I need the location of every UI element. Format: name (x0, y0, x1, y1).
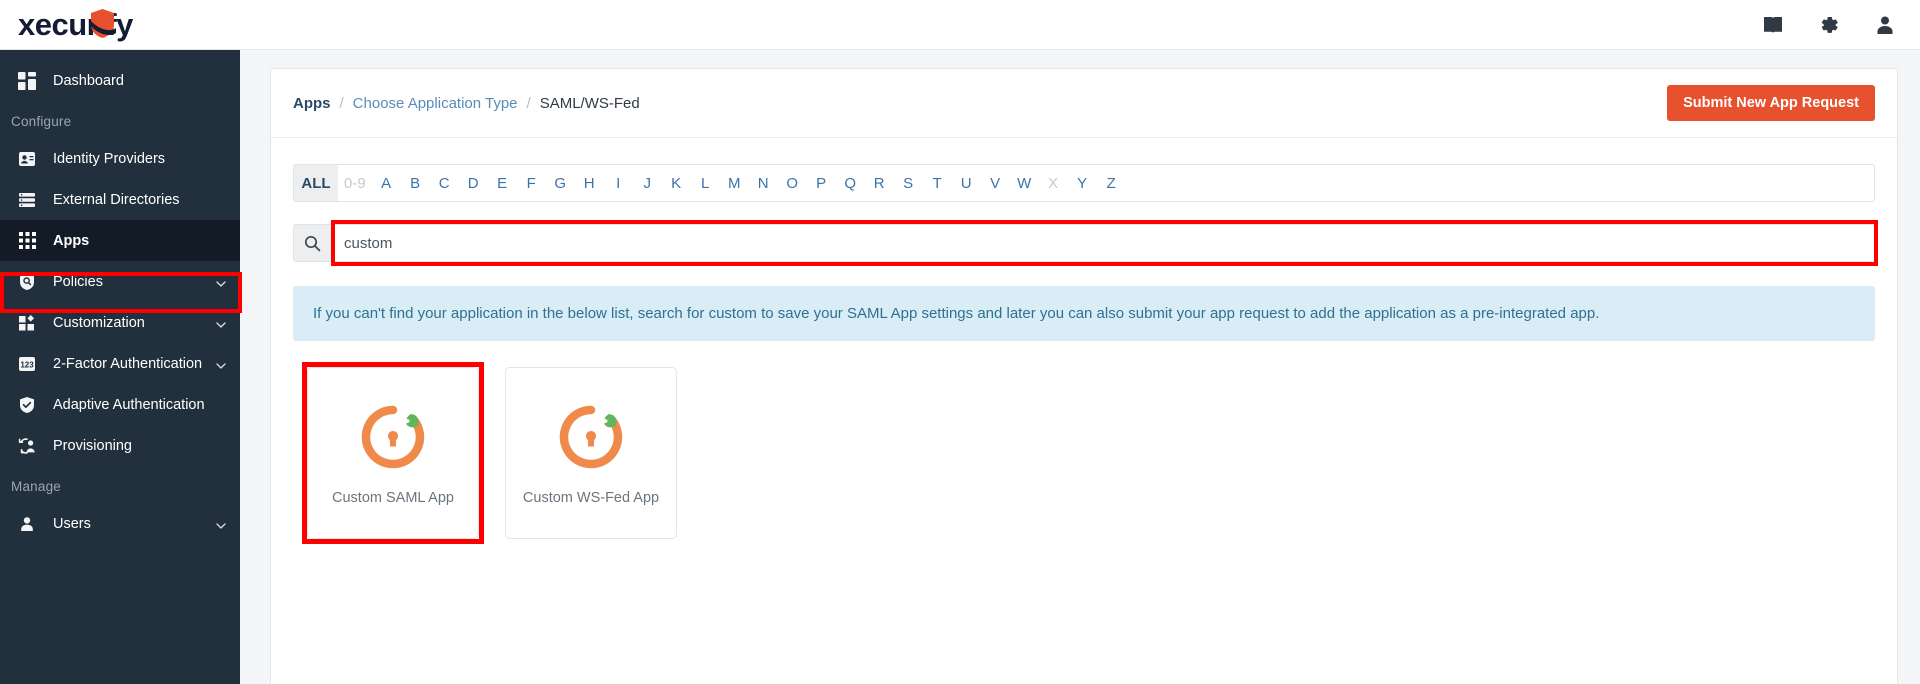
body: Dashboard Configure Identity Providers E… (0, 50, 1920, 684)
sidebar-item-label: Policies (53, 273, 103, 290)
alpha-filter-n[interactable]: N (749, 165, 778, 201)
person-icon (16, 514, 38, 534)
chevron-down-icon (216, 277, 226, 287)
search-row (293, 220, 1878, 266)
app-card-label: Custom WS-Fed App (522, 490, 660, 507)
breadcrumb-separator: / (526, 94, 531, 112)
chevron-down-icon (216, 359, 226, 369)
search-input[interactable] (331, 224, 1875, 262)
app-card-custom-ws-fed-app[interactable]: Custom WS-Fed App (505, 367, 677, 540)
alpha-filter-w[interactable]: W (1010, 165, 1039, 201)
alpha-filter-u[interactable]: U (952, 165, 981, 201)
sidebar-item-customization[interactable]: Customization (0, 302, 240, 343)
sidebar-item-label: Apps (53, 232, 90, 249)
alpha-filter-p[interactable]: P (807, 165, 836, 201)
sidebar-item-label: Dashboard (53, 72, 124, 89)
app-card-label: Custom SAML App (332, 490, 454, 507)
grid-icon (16, 231, 38, 251)
sidebar-item-label: Users (53, 515, 91, 532)
numbers-icon: 123 (16, 354, 38, 374)
book-icon[interactable] (1760, 12, 1786, 38)
check-shield-icon (16, 395, 38, 415)
customization-icon (16, 313, 38, 333)
id-card-icon (16, 149, 38, 169)
sidebar: Dashboard Configure Identity Providers E… (0, 50, 242, 684)
alpha-filter-t[interactable]: T (923, 165, 952, 201)
sidebar-item-apps[interactable]: Apps (0, 220, 240, 261)
breadcrumb-choose-application-type[interactable]: Choose Application Type (353, 95, 518, 112)
alpha-filter-j[interactable]: J (633, 165, 662, 201)
app-card-custom-saml-app[interactable]: Custom SAML App (307, 367, 479, 540)
alpha-filter-f[interactable]: F (517, 165, 546, 201)
sidebar-item-label: Provisioning (53, 437, 132, 454)
alpha-filter-numeric: 0-9 (344, 174, 366, 192)
search-icon (293, 224, 331, 262)
custom-app-icon (356, 400, 430, 474)
gear-icon[interactable] (1816, 12, 1842, 38)
chevron-down-icon (216, 519, 226, 529)
topbar-icon-group (1760, 12, 1898, 38)
alpha-filter-y[interactable]: Y (1068, 165, 1097, 201)
alpha-filter-q[interactable]: Q (836, 165, 865, 201)
alpha-filter-c[interactable]: C (430, 165, 459, 201)
sidebar-item-external-directories[interactable]: External Directories (0, 179, 240, 220)
main-content: Apps / Choose Application Type / SAML/WS… (240, 50, 1920, 684)
alpha-filter-g[interactable]: G (546, 165, 575, 201)
dashboard-icon (16, 71, 38, 91)
sidebar-item-label: Adaptive Authentication (53, 396, 205, 413)
list-icon (16, 190, 38, 210)
alpha-filter-l[interactable]: L (691, 165, 720, 201)
sidebar-item-label: Identity Providers (53, 150, 166, 167)
sidebar-section-configure: Configure (11, 114, 72, 129)
alpha-filter-i[interactable]: I (604, 165, 633, 201)
sidebar-item-policies[interactable]: Policies (0, 261, 240, 302)
breadcrumb-apps[interactable]: Apps (293, 95, 331, 112)
submit-new-app-request-button[interactable]: Submit New App Request (1667, 85, 1875, 121)
custom-app-icon (554, 400, 628, 474)
card-body: ALL 0-9 A B C D E F G H I J K L M N O P … (271, 138, 1897, 545)
alpha-filter-a[interactable]: A (372, 165, 401, 201)
alpha-filter-v[interactable]: V (981, 165, 1010, 201)
sidebar-item-two-factor-authentication[interactable]: 123 2-Factor Authentication (0, 343, 240, 384)
logo[interactable]: xecurify (0, 0, 240, 50)
alpha-filter-o[interactable]: O (778, 165, 807, 201)
alpha-filter-s[interactable]: S (894, 165, 923, 201)
card-header: Apps / Choose Application Type / SAML/WS… (271, 69, 1897, 138)
info-banner: If you can't find your application in th… (293, 286, 1875, 342)
top-bar: xecurify (0, 0, 1920, 50)
sidebar-section-manage: Manage (11, 479, 61, 494)
sidebar-item-provisioning[interactable]: Provisioning (0, 425, 240, 466)
sidebar-item-adaptive-authentication[interactable]: Adaptive Authentication (0, 384, 240, 425)
sidebar-item-dashboard[interactable]: Dashboard (0, 60, 240, 101)
alpha-filter-h[interactable]: H (575, 165, 604, 201)
provisioning-icon (16, 436, 38, 456)
alpha-filter-z[interactable]: Z (1097, 165, 1126, 201)
alpha-filter-m[interactable]: M (720, 165, 749, 201)
alpha-filter-r[interactable]: R (865, 165, 894, 201)
chevron-down-icon (216, 318, 226, 328)
alpha-filter-all[interactable]: ALL (294, 165, 338, 201)
alphabet-filter: ALL 0-9 A B C D E F G H I J K L M N O P … (293, 164, 1875, 202)
alpha-filter-e[interactable]: E (488, 165, 517, 201)
breadcrumb: Apps / Choose Application Type / SAML/WS… (293, 95, 640, 112)
sidebar-item-identity-providers[interactable]: Identity Providers (0, 138, 240, 179)
alpha-filter-x: X (1048, 174, 1059, 192)
page-root: xecurify Dashboard Configure Identity Pr… (0, 0, 1920, 684)
user-icon[interactable] (1872, 12, 1898, 38)
policy-shield-icon (16, 272, 38, 292)
app-card-list: Custom SAML App Custom WS-Fed App (293, 362, 1875, 545)
svg-text:123: 123 (20, 360, 34, 369)
sidebar-item-label: External Directories (53, 191, 180, 208)
content-card: Apps / Choose Application Type / SAML/WS… (270, 68, 1898, 684)
sidebar-item-label: Customization (53, 314, 145, 331)
sidebar-item-users[interactable]: Users (0, 503, 240, 544)
breadcrumb-saml-ws-fed: SAML/WS-Fed (539, 94, 640, 112)
alpha-filter-d[interactable]: D (459, 165, 488, 201)
sidebar-item-label: 2-Factor Authentication (53, 355, 203, 372)
alpha-filter-k[interactable]: K (662, 165, 691, 201)
breadcrumb-separator: / (339, 94, 344, 112)
alpha-filter-b[interactable]: B (401, 165, 430, 201)
